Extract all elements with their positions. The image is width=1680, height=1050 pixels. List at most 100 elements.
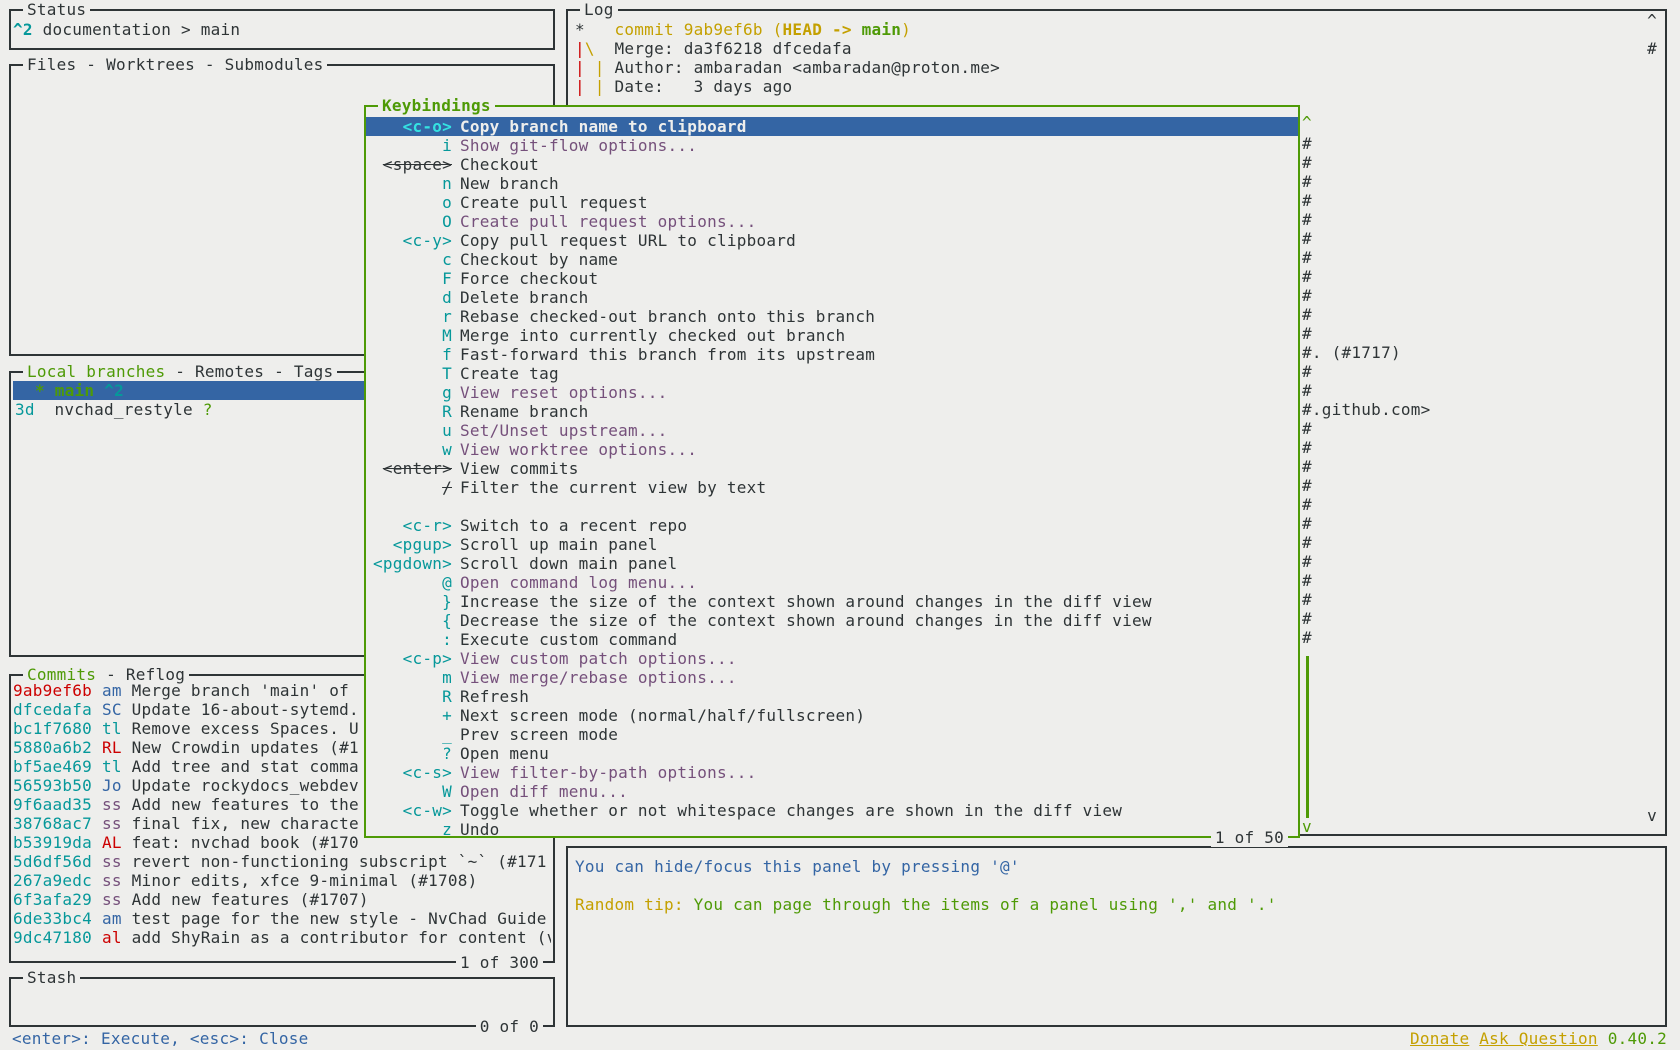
tabs-remotes-tags[interactable]: - Remotes - Tags	[165, 362, 333, 381]
commits-counter: 1 of 300	[456, 953, 543, 972]
log-fragment	[1302, 761, 1430, 780]
log-scroll-up-icon[interactable]: ^	[1647, 11, 1657, 30]
keybinding-item[interactable]: nNew branch	[366, 174, 1298, 193]
text-segment	[122, 909, 132, 928]
keybinding-item[interactable]: ? Open menu	[366, 744, 1298, 763]
log-fragment: #	[1302, 628, 1430, 647]
keybinding-item[interactable]: :Execute custom command	[366, 630, 1298, 649]
branch-name: main	[55, 381, 104, 400]
keybinding-item[interactable]: wView worktree options...	[366, 440, 1298, 459]
keybinding-item[interactable]: fFast-forward this branch from its upstr…	[366, 345, 1298, 364]
keybinding-item[interactable]: RRename branch	[366, 402, 1298, 421]
commit-row[interactable]: 267a9edc ss Minor edits, xfce 9-minimal …	[13, 871, 551, 890]
keybinding-description: Open menu	[460, 744, 549, 763]
branches-panel-tabs[interactable]: Local branches - Remotes - Tags	[23, 362, 337, 381]
keybinding-item[interactable]: }Increase the size of the context shown …	[366, 592, 1298, 611]
commit-hash: 9ab9ef6b	[13, 681, 92, 700]
keybinding-item[interactable]: uSet/Unset upstream...	[366, 421, 1298, 440]
log-fragment	[1302, 666, 1430, 685]
keybinding-description: View filter-by-path options...	[460, 763, 756, 782]
keybinding-description: Decrease the size of the context shown a…	[460, 611, 1152, 630]
keybinding-key: z	[366, 820, 452, 839]
keybinding-spacer	[366, 497, 1298, 516]
keybinding-item[interactable]: <c-p>View custom patch options...	[366, 649, 1298, 668]
keybinding-item[interactable]: dDelete branch	[366, 288, 1298, 307]
keybinding-item[interactable]: zUndo	[366, 820, 1298, 839]
log-panel-title[interactable]: Log	[580, 0, 618, 19]
keybinding-description: Create pull request options...	[460, 212, 756, 231]
commit-message: Update rockydocs_webdev	[132, 776, 359, 795]
status-panel-title[interactable]: Status	[23, 0, 90, 19]
keybinding-item[interactable]: @Open command log menu...	[366, 573, 1298, 592]
keybinding-item[interactable]: <c-w>Toggle whether or not whitespace ch…	[366, 801, 1298, 820]
commit-message: final fix, new characte	[132, 814, 359, 833]
menu-scrollbar-thumb[interactable]	[1306, 656, 1309, 818]
keybinding-item[interactable]: <c-r>Switch to a recent repo	[366, 516, 1298, 535]
keybinding-key: _	[366, 725, 452, 744]
branch-ref: main	[862, 20, 902, 39]
keybinding-item[interactable]: O Create pull request options...	[366, 212, 1298, 231]
keybinding-item[interactable]: oCreate pull request	[366, 193, 1298, 212]
keybinding-key: u	[366, 421, 452, 440]
commit-row[interactable]: 6f3afa29 ss Add new features (#1707)	[13, 890, 551, 909]
keybinding-description: Fast-forward this branch from its upstre…	[460, 345, 875, 364]
keybinding-key: c	[366, 250, 452, 269]
keybinding-item[interactable]: gView reset options...	[366, 383, 1298, 402]
text-segment	[92, 871, 102, 890]
repo-state: ^2	[13, 20, 43, 39]
keybinding-item[interactable]: <pgdown>Scroll down main panel	[366, 554, 1298, 573]
menu-scroll-down-icon[interactable]: v	[1302, 817, 1312, 836]
keybinding-item[interactable]: WOpen diff menu...	[366, 782, 1298, 801]
commit-message: feat: nvchad book (#170	[132, 833, 359, 852]
log-fragment	[1302, 115, 1430, 134]
log-fragment: #	[1302, 362, 1430, 381]
branch-marker: *	[35, 381, 55, 400]
keybinding-item[interactable]: <space>Checkout	[366, 155, 1298, 174]
keybinding-item[interactable]: <c-s>View filter-by-path options...	[366, 763, 1298, 782]
stash-panel-title[interactable]: Stash	[23, 968, 80, 987]
graph-pipe: |	[575, 58, 595, 77]
keybinding-item[interactable]: <pgup>Scroll up main panel	[366, 535, 1298, 554]
donate-link[interactable]: Donate	[1410, 1029, 1469, 1048]
keybinding-item[interactable]: <enter>View commits	[366, 459, 1298, 478]
log-scroll-down-icon[interactable]: v	[1647, 806, 1657, 825]
keybinding-item[interactable]: <c-o>Copy branch name to clipboard	[366, 117, 1298, 136]
keybinding-description: Increase the size of the context shown a…	[460, 592, 1152, 611]
keybinding-key: O	[366, 212, 452, 231]
keybinding-item[interactable]: mView merge/rebase options...	[366, 668, 1298, 687]
commit-row[interactable]: 9dc47180 al add ShyRain as a contributor…	[13, 928, 551, 947]
keybinding-item[interactable]: <c-y>Copy pull request URL to clipboard	[366, 231, 1298, 250]
keybinding-item[interactable]: MMerge into currently checked out branch	[366, 326, 1298, 345]
commit-row[interactable]: 6de33bc4 am test page for the new style …	[13, 909, 551, 928]
keybinding-key: ?	[366, 744, 452, 763]
keybinding-item[interactable]: cCheckout by name	[366, 250, 1298, 269]
keybinding-item[interactable]: {Decrease the size of the context shown …	[366, 611, 1298, 630]
text-segment	[92, 909, 102, 928]
keybinding-item[interactable]: rRebase checked-out branch onto this bra…	[366, 307, 1298, 326]
status-panel: Status ^2 documentation > main	[9, 9, 555, 50]
tab-local-branches[interactable]: Local branches	[27, 362, 165, 381]
keybinding-item[interactable]: FForce checkout	[366, 269, 1298, 288]
text-segment	[92, 814, 102, 833]
keybinding-item[interactable]: /Filter the current view by text	[366, 478, 1298, 497]
branch-row[interactable]: * main ^2	[13, 381, 365, 400]
keybind-hints: <enter>: Execute, <esc>: Close	[12, 1029, 308, 1048]
graph-pipe: |	[575, 77, 595, 96]
keybinding-description: Rebase checked-out branch onto this bran…	[460, 307, 875, 326]
keybinding-description: View worktree options...	[460, 440, 697, 459]
text-segment	[122, 852, 132, 871]
ask-question-link[interactable]: Ask Question	[1479, 1029, 1598, 1048]
keybinding-item[interactable]: T Create tag	[366, 364, 1298, 383]
keybinding-description: Create tag	[460, 364, 559, 383]
keybinding-item[interactable]: iShow git-flow options...	[366, 136, 1298, 155]
text-segment	[92, 719, 102, 738]
keybinding-description: Show git-flow options...	[460, 136, 697, 155]
commit-row[interactable]: 5d6df56d ss revert non-functioning subsc…	[13, 852, 551, 871]
keybinding-item[interactable]: +Next screen mode (normal/half/fullscree…	[366, 706, 1298, 725]
keybinding-key: /	[366, 478, 452, 497]
keybinding-item[interactable]: _Prev screen mode	[366, 725, 1298, 744]
keybinding-key: T	[366, 364, 452, 383]
menu-scroll-up-icon[interactable]: ^	[1302, 113, 1312, 132]
files-panel-tabs[interactable]: Files - Worktrees - Submodules	[23, 55, 327, 74]
keybinding-item[interactable]: RRefresh	[366, 687, 1298, 706]
